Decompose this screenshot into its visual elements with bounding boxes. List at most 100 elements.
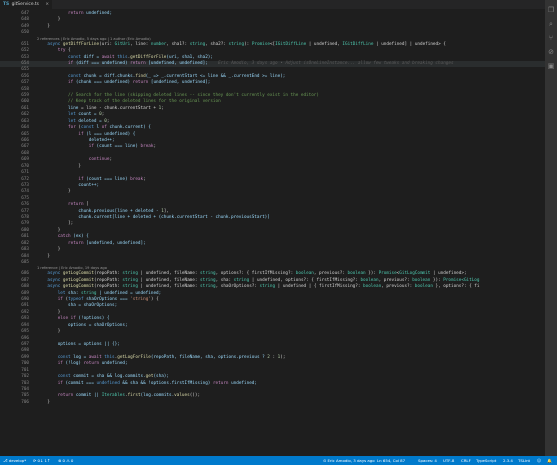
code-line[interactable]: 693 else if (!options) {: [0, 316, 545, 322]
code-line[interactable]: 669 continue;: [0, 157, 545, 163]
ts-version[interactable]: 2.3.4: [503, 456, 513, 465]
code-line[interactable]: 653 const diff = await this.getDiffForFi…: [0, 55, 545, 61]
tab-gitservice[interactable]: TS gitService.ts ×: [0, 0, 52, 9]
code-line[interactable]: 685: [0, 260, 545, 266]
extensions-icon[interactable]: ▣: [547, 62, 555, 70]
code-token: , previous?:: [378, 277, 413, 283]
code-token: Promise: [378, 271, 397, 277]
tab-label: gitService.ts: [11, 2, 39, 7]
code-token: (log.commits.: [140, 393, 175, 399]
code-token: (count === line): [93, 144, 141, 150]
code-token: undefined: [96, 380, 120, 386]
code-line[interactable]: 648 }: [0, 17, 545, 23]
branch-status[interactable]: ⎇ develop*: [3, 456, 26, 465]
code-token: ],: [163, 208, 169, 214]
language-mode[interactable]: TypeScript: [476, 456, 496, 465]
code-line[interactable]: 667 if (count === line) break;: [0, 144, 545, 150]
code-token: first: [127, 393, 141, 399]
blame-status[interactable]: ⊙ Eric Amodio, 3 days ago: [323, 456, 375, 465]
eol-status[interactable]: CRLF: [461, 456, 471, 465]
code-token: Iterables: [101, 393, 125, 399]
code-line[interactable]: 686 async getLogCommit(repoPath: string …: [0, 271, 545, 277]
code-token: const: [57, 354, 71, 360]
code-token: [: [83, 202, 89, 208]
code-line[interactable]: 649 }: [0, 24, 545, 30]
code-line[interactable]: 682 return [undefined, undefined];: [0, 241, 545, 247]
encoding-status[interactable]: UTF-8: [443, 456, 454, 465]
code-token: );: [280, 354, 286, 360]
code-line[interactable]: 703 if (commit === undefined && sha && !…: [0, 381, 545, 387]
code-token: }: [37, 329, 61, 335]
source-control-icon[interactable]: ⑂: [547, 34, 555, 42]
code-line[interactable]: 696: [0, 336, 545, 342]
notifications-bell-icon[interactable]: 🔔: [547, 456, 552, 465]
code-line[interactable]: 662 let count = 0;: [0, 112, 545, 118]
code-token: const: [68, 54, 81, 60]
code-editor[interactable]: 647 return undefined; 648 } 649 } 650 2 refe…: [0, 9, 545, 456]
inline-blame-annotation: Eric Amodio, 3 days ago • Adjust isOneLi…: [207, 60, 454, 66]
indentation-status[interactable]: Spaces: 4: [418, 456, 437, 465]
code-line[interactable]: 695 }: [0, 329, 545, 335]
code-line[interactable]: 664 for (const l of chunk.current) {: [0, 125, 545, 131]
sync-status[interactable]: ⟳ 0↓ 1↑: [33, 456, 50, 465]
code-token: string: [122, 284, 138, 290]
tslint-status[interactable]: TSLint: [518, 456, 530, 465]
code-line[interactable]: 652 try {: [0, 48, 545, 54]
code-line[interactable]: 650: [0, 30, 545, 36]
search-icon[interactable]: ⌕: [547, 20, 555, 28]
code-token: string: [200, 284, 216, 290]
code-token: GitUri: [114, 41, 131, 47]
code-token: boolean: [412, 277, 431, 283]
code-line[interactable]: 665 if (l === undefined) {: [0, 132, 545, 138]
code-line[interactable]: 702 const commit = sha && log.commits.ge…: [0, 374, 545, 380]
close-icon[interactable]: ×: [45, 0, 49, 9]
code-line[interactable]: 681 catch (ex) {: [0, 234, 545, 240]
code-token: [undefined, undefined];: [145, 60, 208, 66]
code-line[interactable]: 684 }: [0, 254, 545, 260]
code-token: (l === undefined) {: [83, 131, 136, 137]
debug-icon[interactable]: ⊘: [547, 48, 555, 56]
code-token: }: [37, 163, 81, 169]
code-line[interactable]: 660 // Keep track of the deleted lines f…: [0, 99, 545, 105]
code-token: undefined;: [99, 361, 128, 367]
code-token: GitLogCommit: [399, 271, 431, 277]
code-line[interactable]: 651 async getDiffForLine(uri: GitUri, li…: [0, 42, 545, 48]
problems-status[interactable]: ⊗ 0 ⚠ 0: [58, 456, 73, 465]
code-line[interactable]: 700 if (!log) return undefined;: [0, 361, 545, 367]
code-line[interactable]: 706 }: [0, 400, 545, 406]
activity-bar: ❐ ⌕ ⑂ ⊘ ▣: [545, 0, 557, 456]
code-line[interactable]: 657 if (chunk === undefined) return [und…: [0, 80, 545, 86]
files-icon[interactable]: ❐: [547, 6, 555, 14]
code-token: , shaOrOptions?:: [215, 284, 260, 290]
code-line[interactable]: 674 }: [0, 189, 545, 195]
code-token: sha:: [65, 290, 81, 296]
code-token: line: [68, 105, 79, 111]
feedback-smiley-icon[interactable]: ☺: [537, 456, 541, 465]
code-line[interactable]: 691 sha = shaOrOptions;: [0, 303, 545, 309]
code-token: ;: [143, 176, 146, 182]
code-line[interactable]: 654 if (diff === undefined) return [unde…: [0, 60, 545, 68]
code-line[interactable]: 694 options = shaOrOptions;: [0, 323, 545, 329]
code-token: catch: [57, 234, 71, 240]
code-token: (repoPath:: [93, 284, 123, 290]
code-line[interactable]: 676 return [: [0, 202, 545, 208]
code-line[interactable]: 673 count++;: [0, 183, 545, 189]
code-line[interactable]: 698: [0, 348, 545, 354]
code-line[interactable]: 678 chunk.current[line + deleted + (chun…: [0, 215, 545, 221]
code-token: = line - chunk.currentStart +: [78, 105, 159, 111]
code-line[interactable]: 683 }: [0, 247, 545, 253]
code-token: }: [37, 247, 61, 253]
code-line[interactable]: 679 ];: [0, 221, 545, 227]
code-line[interactable]: 671: [0, 170, 545, 176]
code-line[interactable]: 670 }: [0, 164, 545, 170]
cursor-position[interactable]: Ln 654, Col 87: [377, 456, 405, 465]
code-token: async: [47, 284, 61, 290]
code-token: (repoPath, fileName, sha, options.previo…: [150, 354, 268, 360]
code-token: undefined;: [83, 11, 113, 16]
